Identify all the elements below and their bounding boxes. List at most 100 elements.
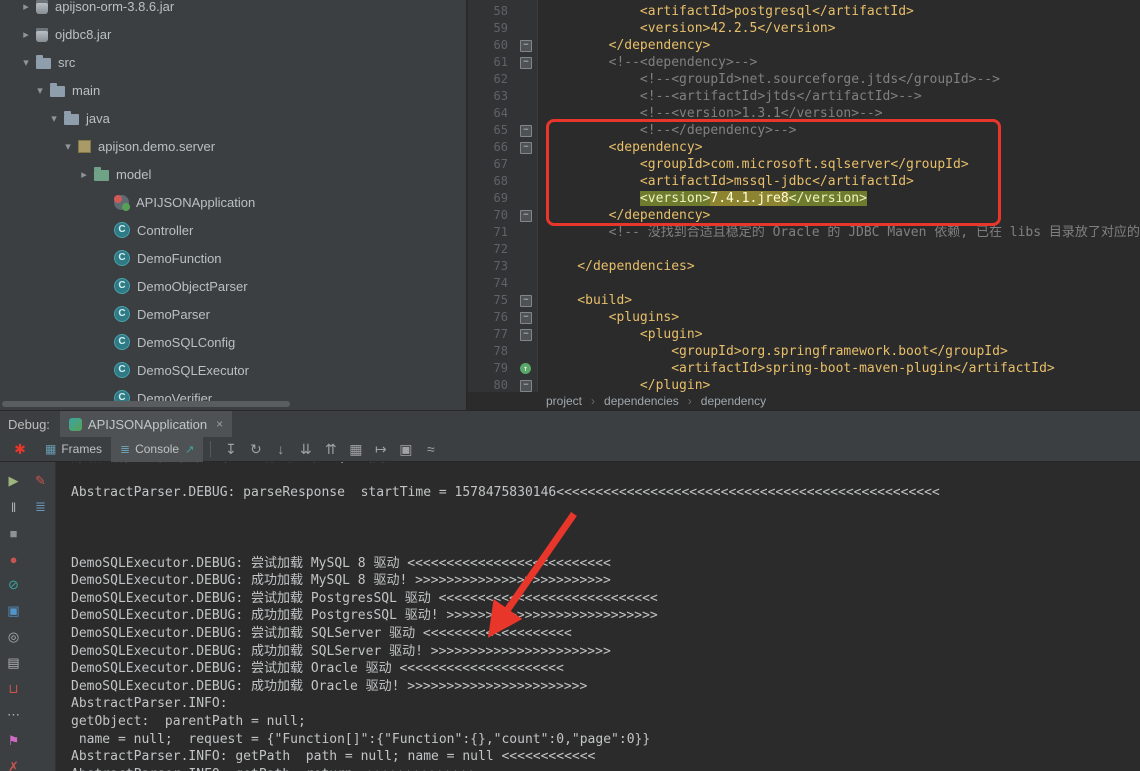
code-line[interactable]: 64 <!--<version>1.3.1</version>-->: [468, 105, 1140, 122]
code-line[interactable]: 59 <version>42.2.5</version>: [468, 20, 1140, 37]
code-line[interactable]: 66 <dependency>: [468, 139, 1140, 156]
horizontal-scrollbar[interactable]: [2, 401, 290, 407]
code-line[interactable]: 74: [468, 275, 1140, 292]
tab-frames[interactable]: ▦ Frames: [36, 437, 111, 462]
chevron-right-icon[interactable]: ▸: [16, 0, 36, 13]
soft-wrap-icon[interactable]: ≈: [418, 441, 443, 458]
code-line[interactable]: 65 <!--</dependency>-->: [468, 122, 1140, 139]
code-line[interactable]: 75 <build>: [468, 292, 1140, 309]
view-breakpoints-icon[interactable]: ●: [0, 552, 27, 567]
step-down-icon[interactable]: ⇊: [293, 441, 318, 458]
chevron-down-icon[interactable]: ▾: [30, 84, 50, 97]
fold-marker-icon[interactable]: [512, 139, 538, 156]
line-number: 72: [493, 242, 508, 256]
code-text: <groupId>org.springframework.boot</group…: [546, 344, 1008, 359]
step-up-icon[interactable]: ⇈: [318, 441, 343, 458]
print-icon[interactable]: ▤: [0, 655, 27, 671]
breadcrumb-item-dependencies[interactable]: dependencies: [604, 394, 679, 408]
fold-marker-icon[interactable]: [512, 54, 538, 71]
skip-icon[interactable]: ↦: [368, 441, 393, 458]
rerun-icon[interactable]: ↻: [243, 441, 268, 458]
export-icon[interactable]: ↧: [218, 441, 243, 458]
folder-icon: [36, 55, 51, 69]
tree-item[interactable]: C DemoSQLConfig: [0, 328, 466, 356]
fold-marker-icon[interactable]: [512, 309, 538, 326]
more-icon[interactable]: ⋯: [0, 707, 27, 723]
breadcrumb: project › dependencies › dependency: [468, 392, 1140, 410]
folder-icon: [50, 83, 65, 97]
tab-console[interactable]: ≣ Console ↗: [111, 436, 204, 462]
code-line[interactable]: 77 <plugin>: [468, 326, 1140, 343]
chevron-right-icon[interactable]: ▸: [74, 168, 94, 181]
clear-all-icon[interactable]: ⊔: [0, 681, 27, 697]
tree-item[interactable]: C DemoSQLExecutor: [0, 356, 466, 384]
chevron-down-icon[interactable]: ▾: [58, 140, 78, 153]
code-line[interactable]: 67 <groupId>com.microsoft.sqlserver</gro…: [468, 156, 1140, 173]
code-line[interactable]: 78 <groupId>org.springframework.boot</gr…: [468, 343, 1140, 360]
highlight-icon[interactable]: ✎: [27, 473, 54, 489]
chevron-down-icon[interactable]: ▾: [44, 112, 64, 125]
console-line: DemoSQLExecutor.DEBUG: 尝试加载 Oracle 驱动 <<…: [71, 661, 564, 677]
code-line[interactable]: 79 ↑ <artifactId>spring-boot-maven-plugin…: [468, 360, 1140, 377]
code-line[interactable]: 61 <!--<dependency>-->: [468, 54, 1140, 71]
package-icon: [78, 140, 91, 153]
code-line[interactable]: 76 <plugins>: [468, 309, 1140, 326]
thread-dump-icon[interactable]: ▣: [0, 603, 27, 619]
close-tab-icon[interactable]: ×: [216, 417, 223, 431]
tree-item[interactable]: ▸ ojdbc8.jar: [0, 20, 466, 48]
tree-item[interactable]: ▾ java: [0, 104, 466, 132]
breadcrumb-item-dependency[interactable]: dependency: [701, 394, 766, 408]
chevron-right-icon[interactable]: ▸: [16, 28, 36, 41]
editor-pane[interactable]: 58 <artifactId>postgresql</artifactId> 59…: [468, 0, 1140, 410]
tree-item[interactable]: C DemoFunction: [0, 244, 466, 272]
scroll-to-end-icon[interactable]: ↓: [268, 441, 293, 458]
mute-breakpoints-icon[interactable]: ⊘: [0, 577, 27, 593]
debug-session-tab[interactable]: APIJSONApplication ×: [59, 410, 233, 438]
fold-marker-icon[interactable]: [512, 326, 538, 343]
tree-item[interactable]: C Controller: [0, 216, 466, 244]
camera-icon[interactable]: ◎: [0, 629, 27, 645]
resume-icon[interactable]: ▶: [0, 473, 27, 489]
code-line[interactable]: 72: [468, 241, 1140, 258]
tree-item[interactable]: ▾ src: [0, 48, 466, 76]
fold-marker-icon[interactable]: [512, 122, 538, 139]
project-tree[interactable]: ▸ apijson-orm-3.8.6.jar ▸ ojdbc8.jar ▾ src ▾ ma…: [0, 0, 467, 410]
code-line[interactable]: 70 </dependency>: [468, 207, 1140, 224]
fold-marker-icon[interactable]: [512, 207, 538, 224]
fold-marker-icon[interactable]: [512, 292, 538, 309]
tree-item[interactable]: C DemoObjectParser: [0, 272, 466, 300]
code-line[interactable]: 71 <!-- 没找到合适且稳定的 Oracle 的 JDBC Maven 依赖…: [468, 224, 1140, 241]
fold-marker-icon[interactable]: [512, 37, 538, 54]
code-line[interactable]: 68 <artifactId>mssql-jdbc</artifactId>: [468, 173, 1140, 190]
code-line[interactable]: 60 </dependency>: [468, 37, 1140, 54]
tree-item[interactable]: ▸ apijson-orm-3.8.6.jar: [0, 0, 466, 20]
frames-icon: ▦: [45, 442, 57, 456]
code-line[interactable]: 63 <!--<artifactId>jtds</artifactId>-->: [468, 88, 1140, 105]
tree-item[interactable]: APIJSONApplication: [0, 188, 466, 216]
code-line[interactable]: 58 <artifactId>postgresql</artifactId>: [468, 3, 1140, 20]
console-output[interactable]: 开始初始化:远程函数配置和请求结构校验配置, 请稍候......Abstract…: [57, 462, 1140, 771]
restore-layout-icon[interactable]: ≣: [27, 499, 54, 515]
tree-item[interactable]: ▾ apijson.demo.server: [0, 132, 466, 160]
view-options-icon[interactable]: ▦: [343, 441, 368, 458]
gutter-override-icon[interactable]: ↑: [520, 363, 531, 374]
code-text: </dependencies>: [546, 259, 695, 274]
pause-icon[interactable]: ‖: [0, 500, 27, 515]
code-line[interactable]: 69 <version>7.4.1.jre8</version>: [468, 190, 1140, 207]
pin-icon[interactable]: ⚑: [0, 733, 27, 749]
stop-icon[interactable]: ■: [0, 526, 27, 541]
tree-item[interactable]: C DemoParser: [0, 300, 466, 328]
close-icon[interactable]: ✗: [0, 759, 27, 771]
code-line[interactable]: 73 </dependencies>: [468, 258, 1140, 275]
tree-item[interactable]: ▾ main: [0, 76, 466, 104]
breadcrumb-item-project[interactable]: project: [546, 394, 582, 408]
code-line[interactable]: 62 <!--<groupId>net.sourceforge.jtds</gr…: [468, 71, 1140, 88]
tree-item[interactable]: ▸ model: [0, 160, 466, 188]
screenshot-icon[interactable]: ▣: [393, 441, 418, 458]
chevron-down-icon[interactable]: ▾: [16, 56, 36, 69]
folder-icon: [64, 111, 79, 125]
